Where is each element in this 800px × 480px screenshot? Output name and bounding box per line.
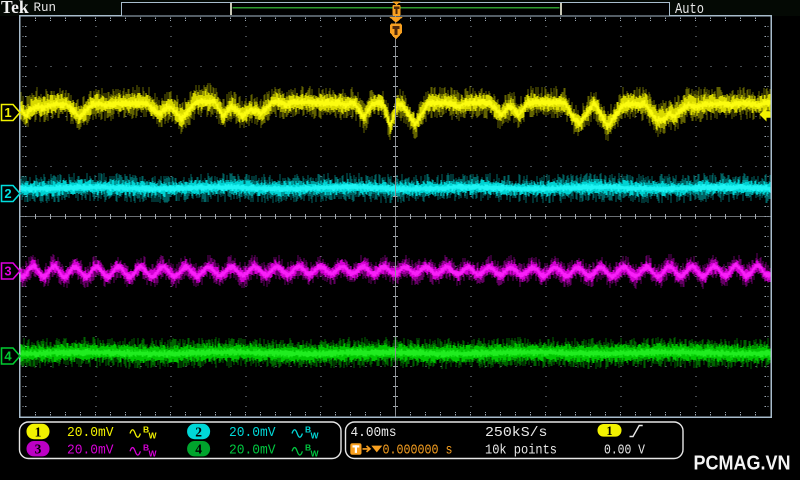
svg-text:W: W [149,431,158,441]
svg-text:1: 1 [35,424,42,439]
svg-text:4: 4 [4,349,12,364]
svg-text:4: 4 [195,442,202,457]
svg-text:W: W [311,448,320,458]
svg-text:W: W [311,431,320,441]
svg-text:4.00ms: 4.00ms [351,426,397,441]
svg-text:1: 1 [4,105,11,120]
svg-text:3: 3 [4,264,11,279]
svg-text:20.0mV: 20.0mV [229,426,276,441]
svg-text:Auto: Auto [675,1,704,18]
svg-text:0.000000 s: 0.000000 s [383,444,453,459]
svg-text:0.00 V: 0.00 V [604,444,646,459]
svg-text:PCMAG.VN: PCMAG.VN [694,453,791,475]
svg-text:20.0mV: 20.0mV [67,444,114,459]
svg-text:Run: Run [34,1,57,15]
svg-text:2: 2 [195,424,202,439]
svg-text:W: W [149,448,158,458]
svg-text:10k points: 10k points [485,444,557,459]
svg-text:20.0mV: 20.0mV [229,444,276,459]
svg-text:1: 1 [606,424,612,438]
svg-text:20.0mV: 20.0mV [67,426,114,441]
svg-text:Tek: Tek [1,0,29,17]
svg-text:3: 3 [35,442,42,457]
svg-text:2: 2 [4,186,11,201]
svg-text:250kS/s: 250kS/s [485,426,548,441]
